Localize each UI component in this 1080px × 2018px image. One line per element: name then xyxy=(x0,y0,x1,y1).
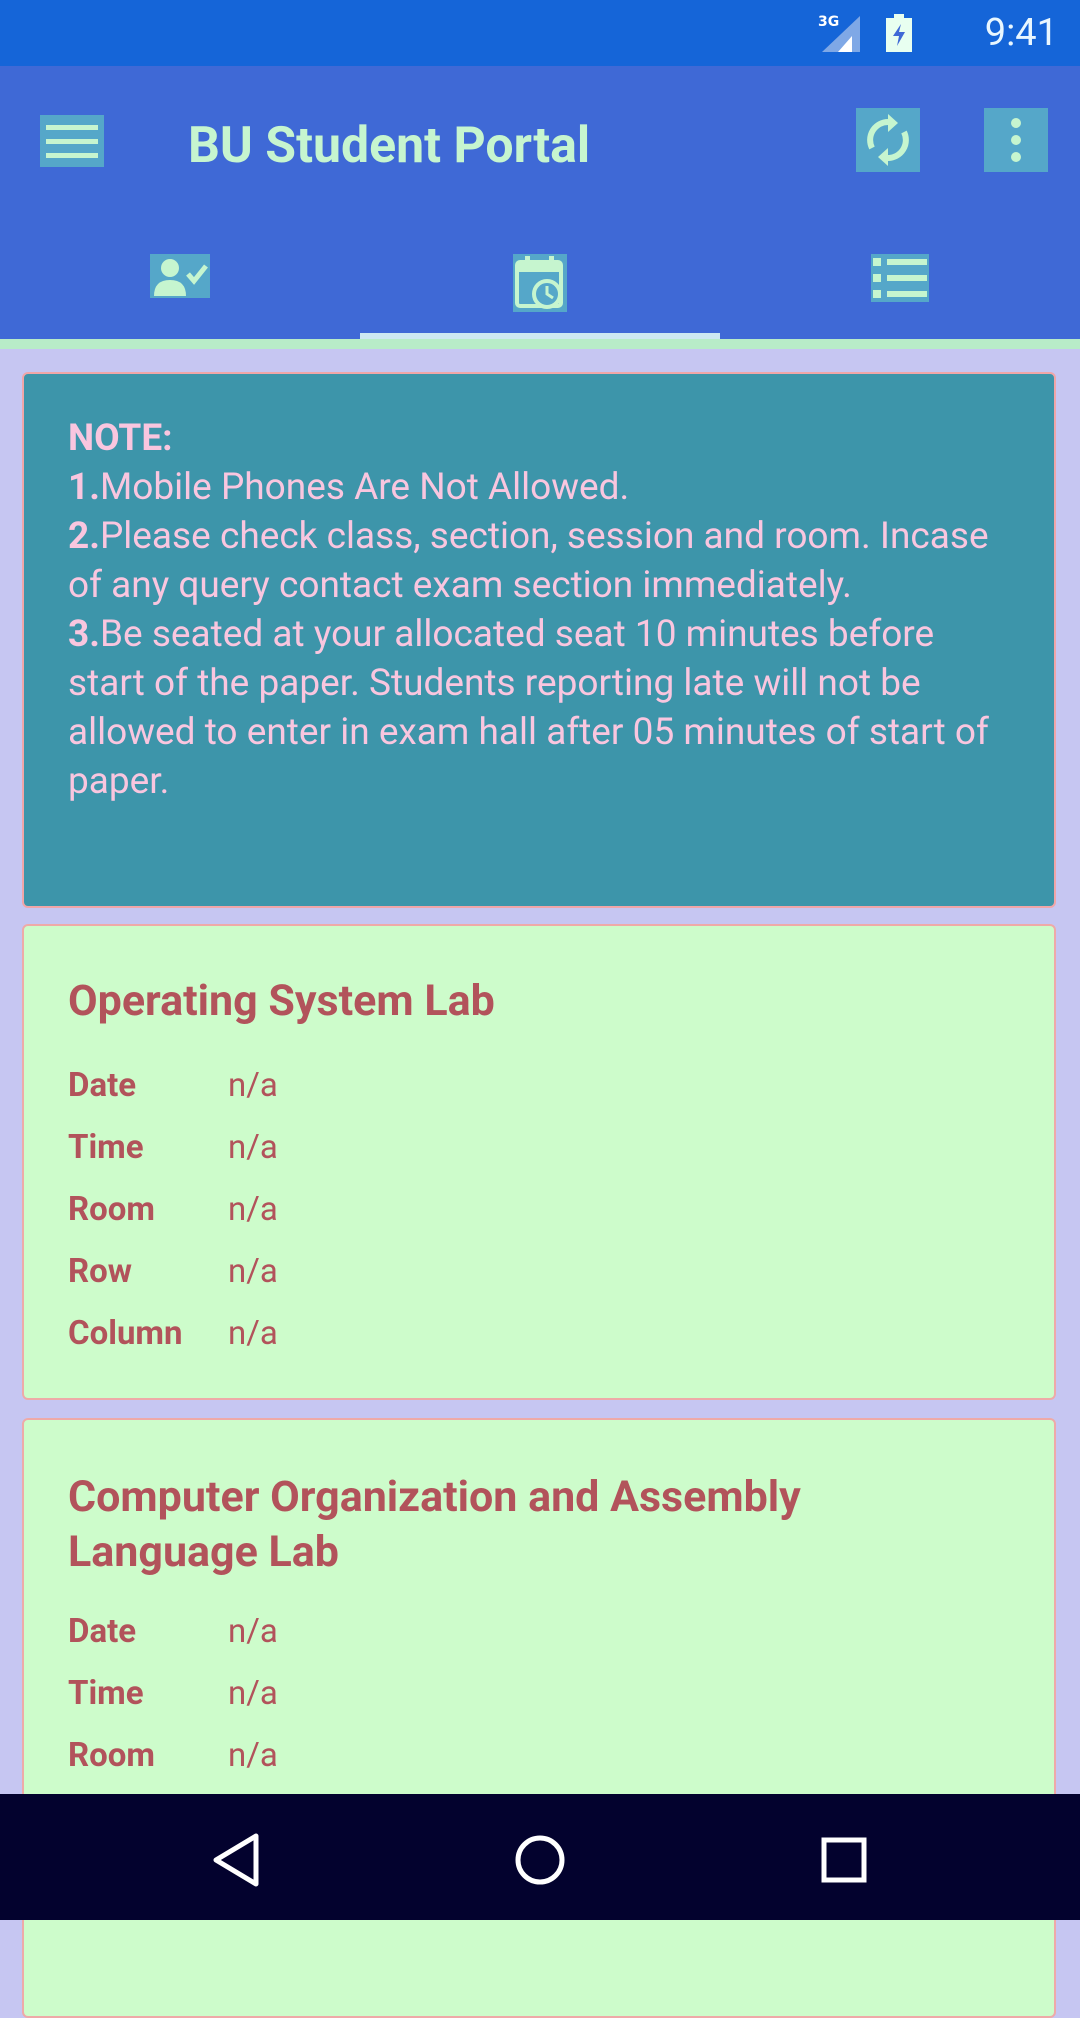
field-value: n/a xyxy=(228,1612,278,1651)
field-value: n/a xyxy=(228,1252,278,1291)
tab-results[interactable] xyxy=(720,236,1080,346)
note-item: 2.Please check class, section, session a… xyxy=(68,512,1010,610)
exam-card[interactable]: Computer Organization and Assembly Langu… xyxy=(22,1418,1056,2018)
back-triangle-icon[interactable] xyxy=(206,1830,266,1890)
note-item-text: Be seated at your allocated seat 10 minu… xyxy=(68,613,989,803)
field-label: Time xyxy=(68,1128,144,1167)
field-label: Room xyxy=(68,1190,155,1229)
calendar-clock-icon xyxy=(513,254,567,312)
field-label: Row xyxy=(68,1252,133,1291)
person-check-icon xyxy=(150,254,210,298)
note-item-text: Please check class, section, session and… xyxy=(68,515,989,607)
field-label: Time xyxy=(68,1674,144,1713)
status-time: 9:41 xyxy=(984,11,1058,55)
appbar-divider xyxy=(0,339,1080,349)
refresh-button[interactable] xyxy=(856,108,920,172)
tab-attendance[interactable] xyxy=(0,236,360,346)
field-value: n/a xyxy=(228,1314,278,1353)
exam-note-card: NOTE: 1.Mobile Phones Are Not Allowed. 2… xyxy=(22,372,1056,908)
note-item-text: Mobile Phones Are Not Allowed. xyxy=(99,466,630,509)
exam-title: Operating System Lab xyxy=(68,976,495,1026)
exam-title-line-1: Computer Organization and Assembly xyxy=(68,1472,801,1522)
field-value: n/a xyxy=(228,1128,278,1167)
note-item-number: 3. xyxy=(68,613,100,656)
more-options-button[interactable] xyxy=(984,108,1048,172)
signal-3g-icon: 3G xyxy=(818,14,860,52)
more-vert-icon xyxy=(1011,118,1021,162)
note-item: 1.Mobile Phones Are Not Allowed. xyxy=(68,463,1010,512)
field-label: Room xyxy=(68,1736,155,1775)
field-label: Date xyxy=(68,1612,137,1651)
field-value: n/a xyxy=(228,1066,278,1105)
system-nav-bar xyxy=(0,1794,1080,1920)
home-circle-icon[interactable] xyxy=(510,1830,570,1890)
app-bar: BU Student Portal xyxy=(0,66,1080,346)
network-type-label: 3G xyxy=(818,14,839,30)
note-item: 3.Be seated at your allocated seat 10 mi… xyxy=(68,610,1010,806)
field-value: n/a xyxy=(228,1674,278,1713)
refresh-icon xyxy=(867,114,909,166)
field-value: n/a xyxy=(228,1736,278,1775)
field-label: Date xyxy=(68,1066,137,1105)
app-title: BU Student Portal xyxy=(188,117,591,175)
exam-card[interactable]: Operating System Lab Date n/a Time n/a Roo… xyxy=(22,924,1056,1400)
list-icon xyxy=(871,254,929,302)
menu-button[interactable] xyxy=(40,115,104,167)
note-heading: NOTE: xyxy=(68,417,173,460)
tab-bar xyxy=(0,236,1080,346)
exam-title-line-2: Language Lab xyxy=(68,1527,339,1577)
status-bar: 3G 9:41 xyxy=(0,0,1080,66)
hamburger-menu-icon xyxy=(46,125,98,158)
recents-square-icon[interactable] xyxy=(814,1830,874,1890)
field-label: Column xyxy=(68,1314,183,1353)
tab-exam-schedule[interactable] xyxy=(360,236,720,346)
note-item-number: 2. xyxy=(68,515,100,558)
battery-icon xyxy=(886,14,912,52)
note-item-number: 1. xyxy=(68,466,100,509)
field-value: n/a xyxy=(228,1190,278,1229)
